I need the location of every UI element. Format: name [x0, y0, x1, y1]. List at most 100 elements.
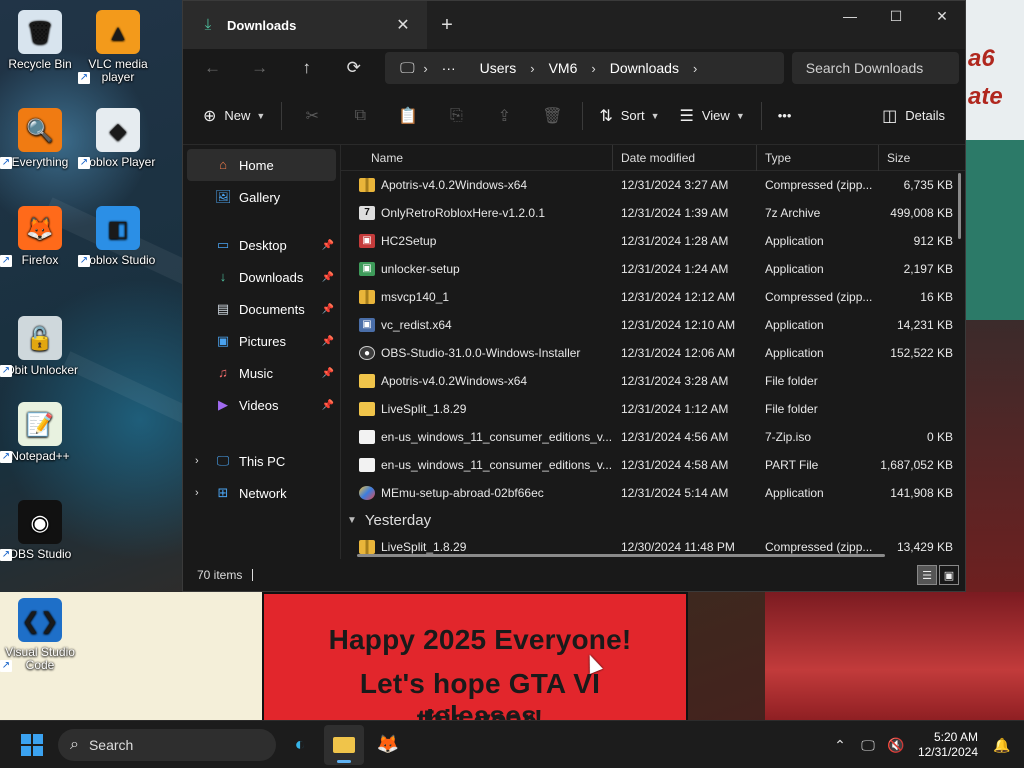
desktop-icon-everything[interactable]: 🔍 ↗ Everything	[0, 108, 80, 169]
start-button[interactable]	[12, 725, 52, 765]
file-row[interactable]: ▣ unlocker-setup 12/31/2024 1:24 AM Applica…	[341, 255, 965, 283]
chevron-up-icon[interactable]: ⌃	[826, 737, 854, 754]
breadcrumb-downloads[interactable]: Downloads	[598, 60, 691, 76]
sidebar-item-music[interactable]: ♫ Music 📌	[183, 357, 340, 389]
file-date: 12/31/2024 1:39 AM	[621, 206, 729, 220]
file-row[interactable]: 7 OnlyRetroRobloxHere-v1.2.0.1 12/31/2024 …	[341, 199, 965, 227]
maximize-button[interactable]: ☐	[873, 1, 919, 31]
pin-icon[interactable]: 📌	[322, 240, 334, 251]
breadcrumb-separator[interactable]: ›	[528, 61, 536, 76]
view-button[interactable]: ☰ View ▼	[670, 99, 755, 133]
file-row[interactable]: en-us_windows_11_consumer_editions_v... 1…	[341, 451, 965, 479]
network-icon[interactable]: 🖵	[854, 737, 882, 754]
clock[interactable]: 5:20 AM 12/31/2024	[910, 730, 988, 760]
close-button[interactable]: ✕	[919, 1, 965, 31]
breadcrumb-users[interactable]: Users	[468, 60, 529, 76]
group-label: Yesterday	[364, 511, 432, 529]
sidebar-item-desktop[interactable]: ▭ Desktop 📌	[183, 229, 340, 261]
sidebar-item-this-pc[interactable]: › 🖵 This PC	[183, 445, 340, 477]
expand-chevron-icon[interactable]: ›	[195, 487, 199, 499]
breadcrumb-vm6[interactable]: VM6	[537, 60, 590, 76]
chevron-down-icon: ▼	[256, 110, 266, 121]
desktop-icon-obs-studio[interactable]: ◉ ↗ OBS Studio	[0, 500, 80, 561]
column-type[interactable]: Type	[757, 145, 879, 171]
sidebar-item-network[interactable]: › ⊞ Network	[183, 477, 340, 509]
sidebar-item-label: Network	[239, 485, 287, 501]
column-date-modified[interactable]: Date modified	[613, 145, 757, 171]
desktop-icon-recycle-bin[interactable]: 🗑 Recycle Bin	[0, 10, 80, 71]
tiles-view-toggle[interactable]: ▣	[939, 565, 959, 585]
shortcut-arrow-icon: ↗	[78, 255, 90, 267]
desktop-icon-iobit-unlocker[interactable]: 🔓 ↗ IObit Unlocker	[0, 316, 80, 377]
up-button[interactable]: ↑	[283, 52, 330, 84]
paste-button[interactable]: 📋	[384, 99, 432, 133]
file-row[interactable]: LiveSplit_1.8.29 12/31/2024 1:12 AM File f…	[341, 395, 965, 423]
rename-button[interactable]: ⎘	[432, 99, 480, 133]
column-size[interactable]: Size	[879, 145, 965, 171]
file-type: Compressed (zipp...	[765, 540, 873, 554]
breadcrumb-more[interactable]: ···	[430, 60, 468, 76]
volume-muted-icon[interactable]: 🔇	[882, 737, 910, 754]
pin-icon[interactable]: 📌	[322, 336, 334, 347]
file-size: 499,008 KB	[890, 206, 953, 220]
desktop-icon-notepad-[interactable]: 📝 ↗ Notepad++	[0, 402, 80, 463]
copy-button[interactable]: ⧉	[336, 99, 384, 133]
back-button[interactable]: ←	[189, 52, 236, 84]
desktop-icon-roblox-player[interactable]: ◆ ↗ Roblox Player	[78, 108, 158, 169]
forward-button[interactable]: →	[236, 52, 283, 84]
file-row[interactable]: Apotris-v4.0.2Windows-x64 12/31/2024 3:28…	[341, 367, 965, 395]
computer-icon[interactable]: 🖵	[393, 60, 421, 77]
sidebar-item-downloads[interactable]: ↓ Downloads 📌	[183, 261, 340, 293]
share-button[interactable]: ⇪	[480, 99, 528, 133]
sidebar-item-home[interactable]: ⌂ Home	[187, 149, 336, 181]
breadcrumb-separator[interactable]: ›	[589, 61, 597, 76]
desktop-icon-vlc-media-player[interactable]: ▲ ↗ VLC media player	[78, 10, 158, 84]
search-input[interactable]: Search Downloads	[791, 52, 960, 84]
music-icon: ♫	[218, 365, 228, 380]
sidebar-item-documents[interactable]: ▤ Documents 📌	[183, 293, 340, 325]
desktop-icon-visual-studio-code[interactable]: ❮❯ ↗ Visual Studio Code	[0, 598, 80, 672]
sidebar-item-videos[interactable]: ▶ Videos 📌	[183, 389, 340, 421]
refresh-button[interactable]: ⟳	[330, 52, 377, 84]
sort-button[interactable]: ⇅ Sort ▼	[589, 99, 669, 133]
desktop-icon-firefox[interactable]: 🦊 ↗ Firefox	[0, 206, 80, 267]
column-name[interactable]: Name	[341, 145, 613, 171]
file-row[interactable]: Apotris-v4.0.2Windows-x64 12/31/2024 3:27…	[341, 171, 965, 199]
file-row[interactable]: ▣ vc_redist.x64 12/31/2024 12:10 AM Applica…	[341, 311, 965, 339]
vertical-scrollbar[interactable]	[958, 173, 961, 239]
file-row[interactable]: en-us_windows_11_consumer_editions_v... 1…	[341, 423, 965, 451]
details-view-toggle[interactable]: ☰	[917, 565, 937, 585]
breadcrumb-separator[interactable]: ›	[691, 61, 699, 76]
new-tab-button[interactable]: +	[427, 14, 467, 37]
taskbar-search[interactable]: ⌕ Search	[58, 728, 276, 761]
file-row[interactable]: MEmu-setup-abroad-02bf66ec 12/31/2024 5:1…	[341, 479, 965, 507]
horizontal-scrollbar[interactable]	[357, 554, 885, 557]
file-row[interactable]: ● OBS-Studio-31.0.0-Windows-Installer 12/3…	[341, 339, 965, 367]
taskbar-firefox[interactable]: 🦊	[368, 725, 408, 765]
file-date: 12/31/2024 1:12 AM	[621, 402, 729, 416]
file-row[interactable]: ▣ HC2Setup 12/31/2024 1:28 AM Application 91…	[341, 227, 965, 255]
pin-icon[interactable]: 📌	[322, 272, 334, 283]
new-button[interactable]: ⊕ New ▼	[193, 99, 275, 133]
tab-close-button[interactable]: ✕	[392, 15, 414, 35]
notification-bell-icon[interactable]: 🔔	[988, 737, 1016, 754]
file-row[interactable]: msvcp140_1 12/31/2024 12:12 AM Compressed …	[341, 283, 965, 311]
pin-icon[interactable]: 📌	[322, 400, 334, 411]
cut-button[interactable]: ✂	[288, 99, 336, 133]
breadcrumb-separator[interactable]: ›	[421, 61, 429, 76]
details-button[interactable]: ◫ Details	[872, 99, 955, 133]
address-bar[interactable]: 🖵 › ··· Users › VM6 › Downloads ›	[385, 52, 784, 84]
group-header-yesterday[interactable]: ▼ Yesterday	[341, 507, 965, 533]
tab-downloads[interactable]: ⤓ Downloads ✕	[183, 1, 427, 49]
desktop-icon-roblox-studio[interactable]: ◧ ↗ Roblox Studio	[78, 206, 158, 267]
more-options-button[interactable]: •••	[768, 99, 802, 133]
expand-chevron-icon[interactable]: ›	[195, 455, 199, 467]
taskbar-edge[interactable]: ◐	[280, 725, 320, 765]
sidebar-item-pictures[interactable]: ▣ Pictures 📌	[183, 325, 340, 357]
taskbar-file-explorer[interactable]	[324, 724, 364, 765]
minimize-button[interactable]: —	[827, 1, 873, 31]
delete-button[interactable]: 🗑	[528, 99, 576, 133]
sidebar-item-gallery[interactable]: 🖼 Gallery	[183, 181, 340, 213]
pin-icon[interactable]: 📌	[322, 368, 334, 379]
pin-icon[interactable]: 📌	[322, 304, 334, 315]
